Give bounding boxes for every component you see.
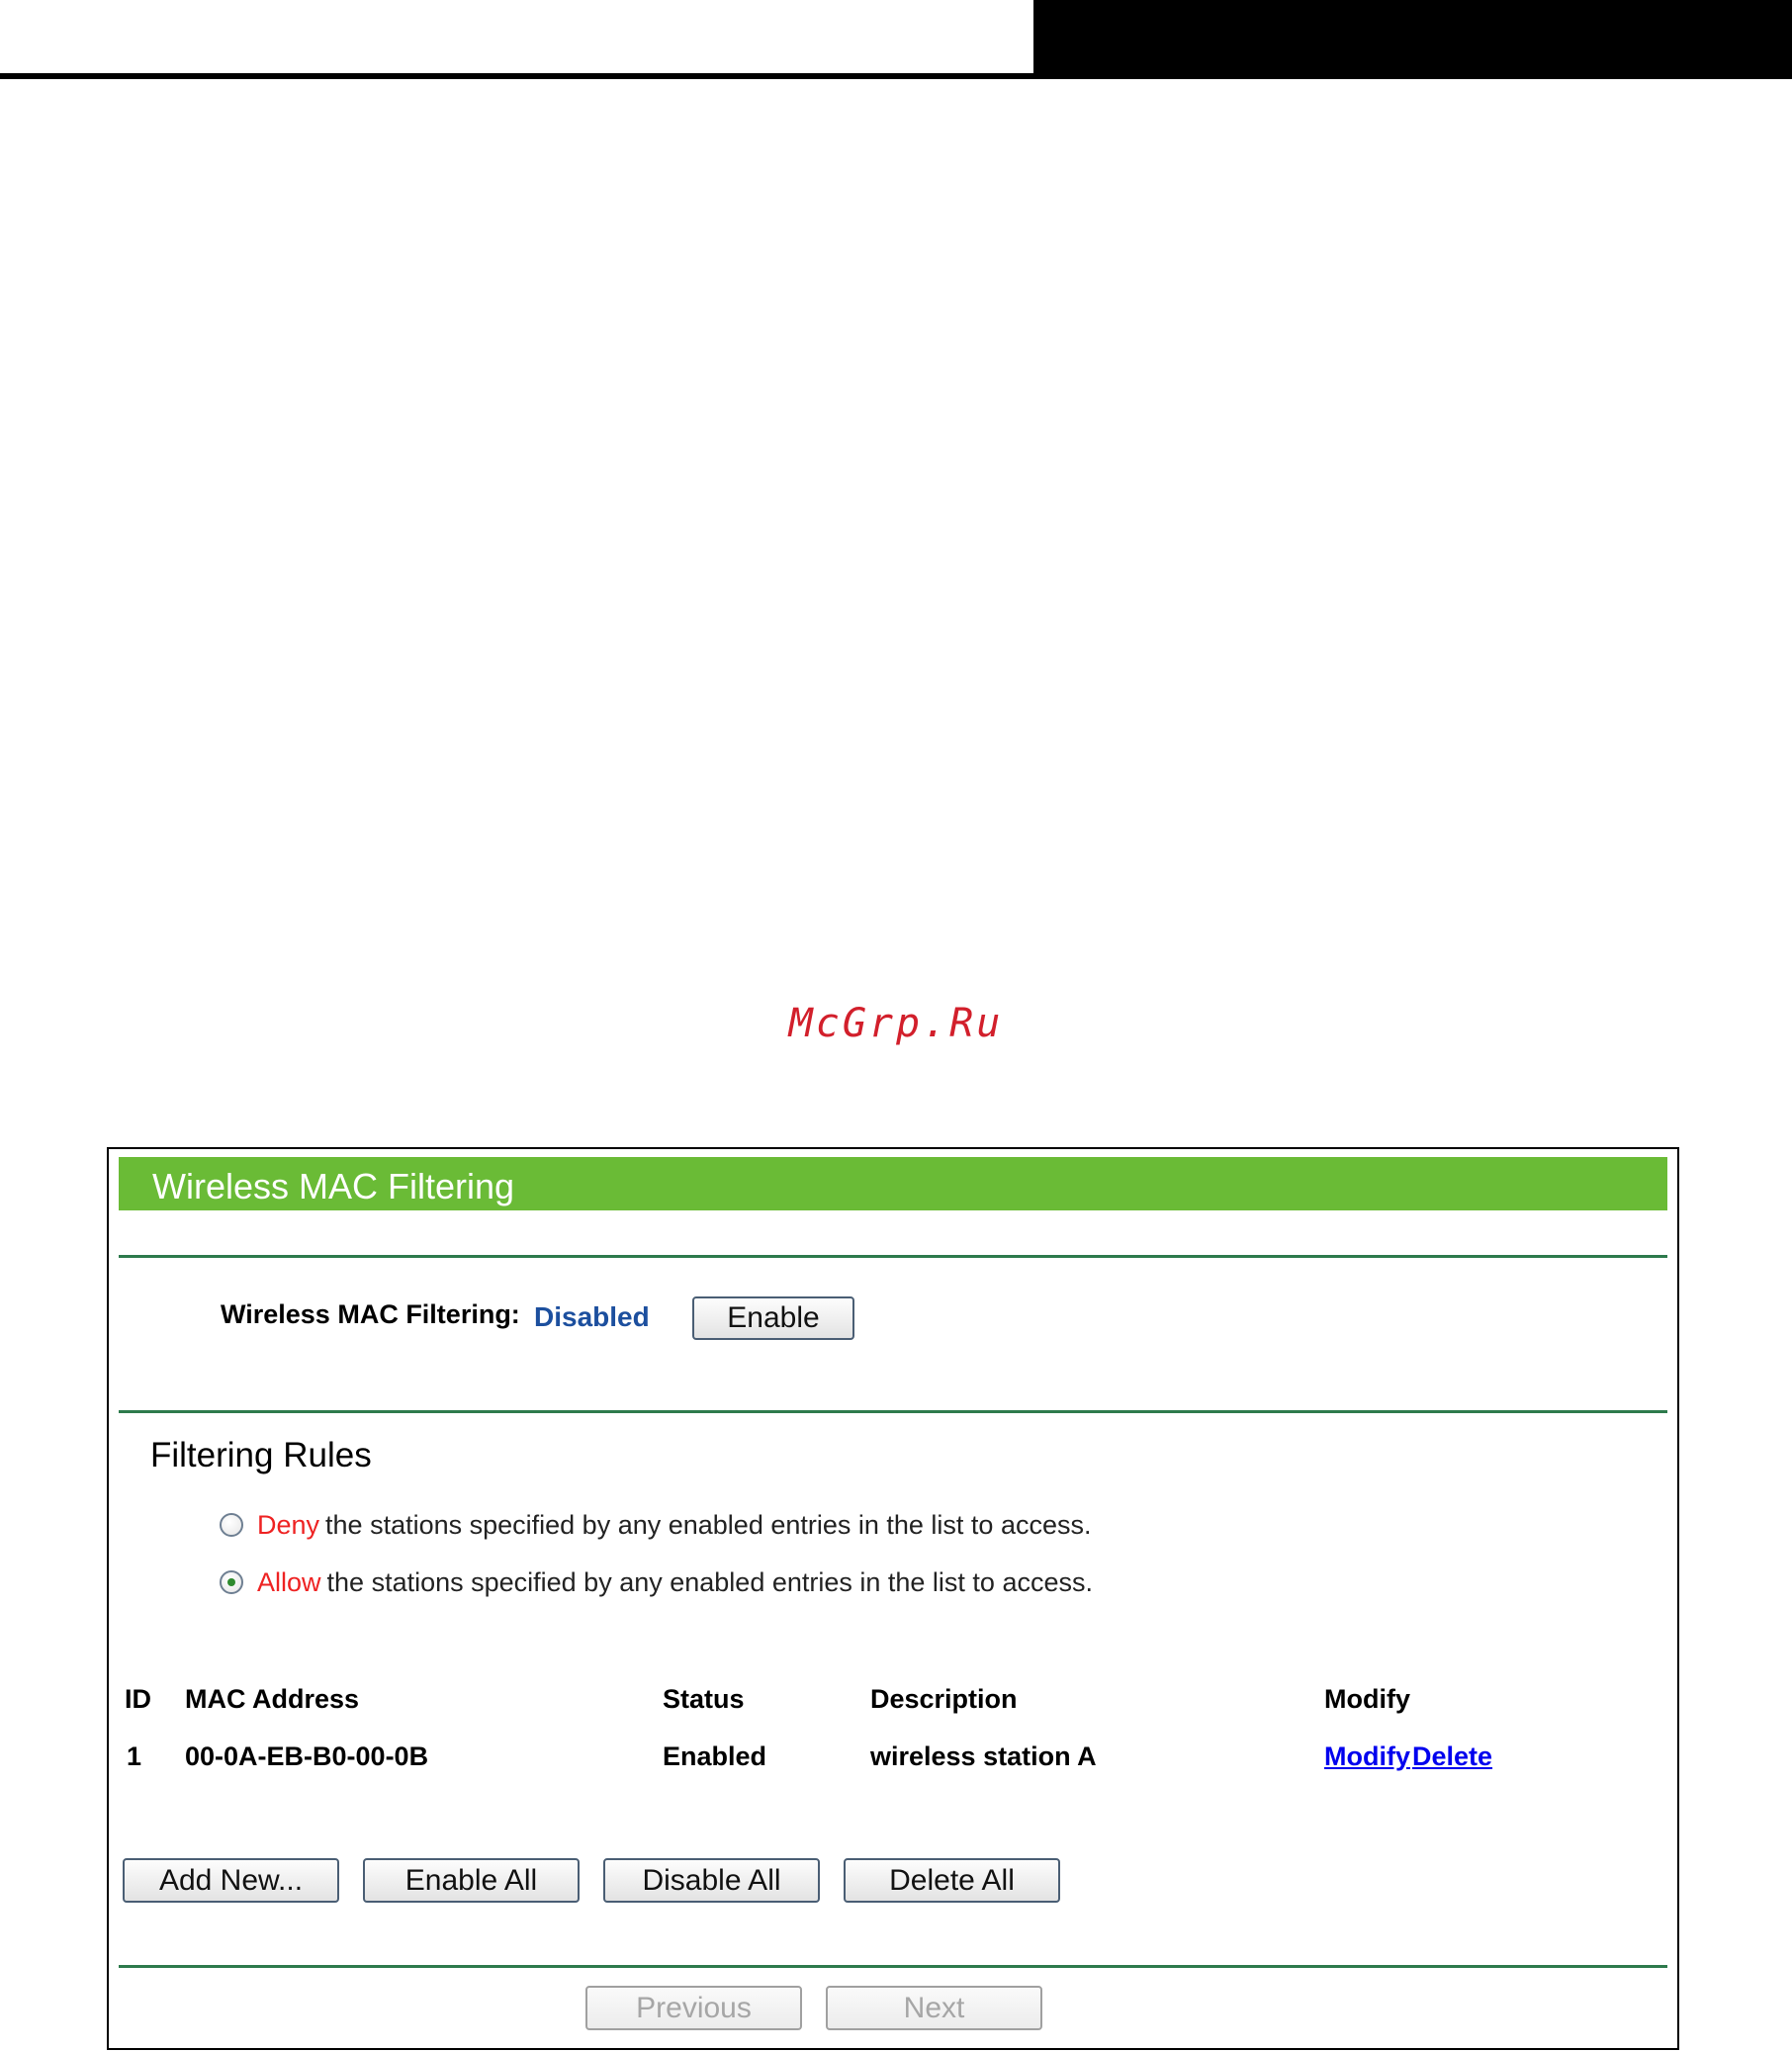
rule-allow-option[interactable]: Allow the stations specified by any enab… [220,1564,1093,1600]
separator-middle [119,1410,1667,1413]
header-black-box [1033,0,1792,74]
watermark: McGrp.Ru [788,1001,1004,1046]
delete-link[interactable]: Delete [1412,1741,1492,1772]
page-title: Wireless MAC Filtering [152,1166,515,1206]
title-bar: Wireless MAC Filtering [119,1157,1667,1210]
mac-filtering-status-value: Disabled [534,1301,650,1332]
deny-keyword: Deny [257,1509,320,1540]
previous-button[interactable]: Previous [585,1986,802,2030]
enable-button[interactable]: Enable [692,1296,854,1340]
delete-all-button[interactable]: Delete All [844,1858,1060,1903]
next-button[interactable]: Next [826,1986,1042,2030]
add-new-button[interactable]: Add New... [123,1858,339,1903]
allow-keyword: Allow [257,1566,321,1597]
column-header-modify: Modify [1324,1684,1410,1714]
modify-link[interactable]: Modify [1324,1741,1410,1772]
separator-top [119,1255,1667,1258]
disable-all-button[interactable]: Disable All [603,1858,820,1903]
wireless-mac-filtering-panel: Wireless MAC Filtering Wireless MAC Filt… [107,1147,1679,2050]
allow-description: the stations specified by any enabled en… [326,1566,1093,1597]
row-status: Enabled [663,1741,767,1771]
deny-description: the stations specified by any enabled en… [325,1509,1092,1540]
row-mac-address: 00-0A-EB-B0-00-0B [185,1741,429,1771]
column-header-description: Description [870,1684,1018,1714]
column-header-status: Status [663,1684,745,1714]
row-id: 1 [127,1741,142,1771]
row-description: wireless station A [870,1741,1097,1771]
rule-deny-option[interactable]: Deny the stations specified by any enabl… [220,1507,1091,1543]
deny-radio[interactable] [220,1513,243,1537]
separator-bottom [119,1965,1667,1968]
allow-radio[interactable] [220,1570,243,1594]
column-header-id: ID [125,1684,151,1714]
filtering-rules-heading: Filtering Rules [150,1436,372,1474]
header-rule [0,73,1792,79]
mac-filtering-status-label: Wireless MAC Filtering: [221,1299,520,1329]
column-header-mac-address: MAC Address [185,1684,360,1714]
enable-all-button[interactable]: Enable All [363,1858,580,1903]
